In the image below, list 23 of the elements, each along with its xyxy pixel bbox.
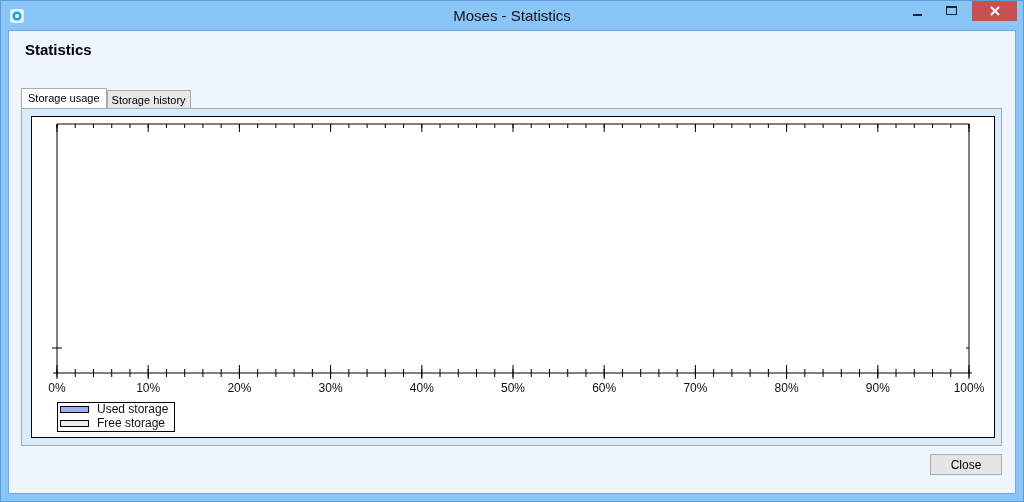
close-button[interactable]: [972, 1, 1017, 21]
axis-tick-label: 80%: [774, 381, 799, 395]
legend-label: Free storage: [97, 416, 166, 430]
axis-tick-label: 40%: [409, 381, 434, 395]
tab[interactable]: Storage history: [106, 90, 191, 108]
axis-tick-label: 30%: [318, 381, 343, 395]
legend-label: Used storage: [97, 402, 169, 416]
axis-tick-label: 10%: [136, 381, 161, 395]
minimize-icon: [912, 13, 922, 16]
axis-tick-label: 100%: [953, 381, 985, 395]
window-title: Moses - Statistics: [453, 7, 571, 24]
close-icon: [989, 6, 1000, 16]
axis-tick-label: 20%: [227, 381, 252, 395]
close-dialog-button[interactable]: Close: [930, 454, 1002, 475]
tab[interactable]: Storage usage: [21, 88, 107, 108]
axis-tick-label: 50%: [501, 381, 525, 395]
app-icon: [9, 7, 25, 24]
axis-tick-label: 70%: [683, 381, 708, 395]
page-heading: Statistics: [25, 41, 92, 58]
axis-tick-label: 90%: [865, 381, 890, 395]
axis-tick-label: 60%: [592, 381, 617, 395]
axis-tick-label: 0%: [48, 381, 66, 395]
maximize-icon: [945, 6, 957, 16]
